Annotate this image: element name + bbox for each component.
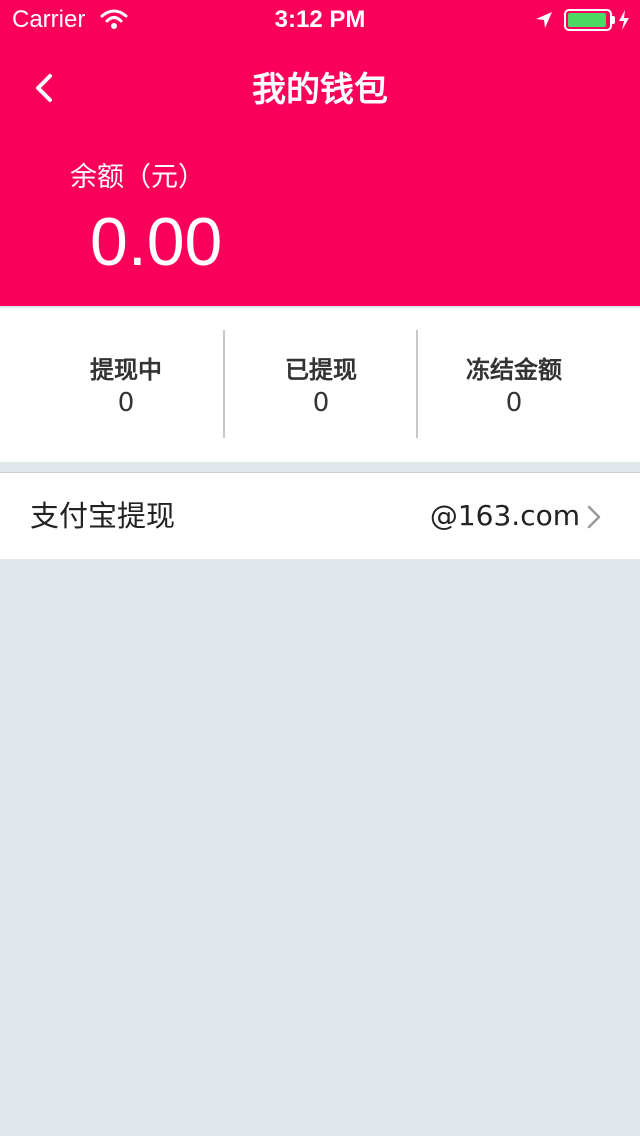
alipay-withdraw-label: 支付宝提现 (30, 499, 176, 533)
status-bar: Carrier 3:12 PM (0, 0, 640, 40)
stat-label: 冻结金额 (466, 356, 562, 384)
balance-label: 余额（元） (70, 162, 205, 193)
stat-value: 0 (505, 388, 523, 418)
battery-icon (564, 9, 612, 31)
battery-nub (612, 16, 615, 24)
stat-frozen: 冻结金额 0 (418, 308, 610, 462)
charging-bolt-icon (619, 10, 629, 30)
stat-label: 提现中 (90, 356, 162, 384)
balance-value: 0.00 (90, 204, 223, 280)
stat-value: 0 (312, 388, 330, 418)
alipay-account: @163.com (429, 499, 580, 532)
stat-withdrawn: 已提现 0 (224, 308, 418, 462)
chevron-right-icon (587, 505, 601, 529)
location-arrow-icon (536, 12, 552, 28)
stats-panel: 提现中 0 已提现 0 冻结金额 0 (0, 308, 640, 462)
stat-value: 0 (117, 388, 135, 418)
stat-withdrawing: 提现中 0 (28, 308, 224, 462)
wallet-header: Carrier 3:12 PM 我的钱包 余额（元） 0.00 (0, 0, 640, 306)
stat-label: 已提现 (285, 356, 357, 384)
page-title: 我的钱包 (252, 70, 388, 110)
battery-level (568, 13, 606, 27)
alipay-withdraw-row[interactable]: 支付宝提现 @163.com (0, 472, 640, 559)
